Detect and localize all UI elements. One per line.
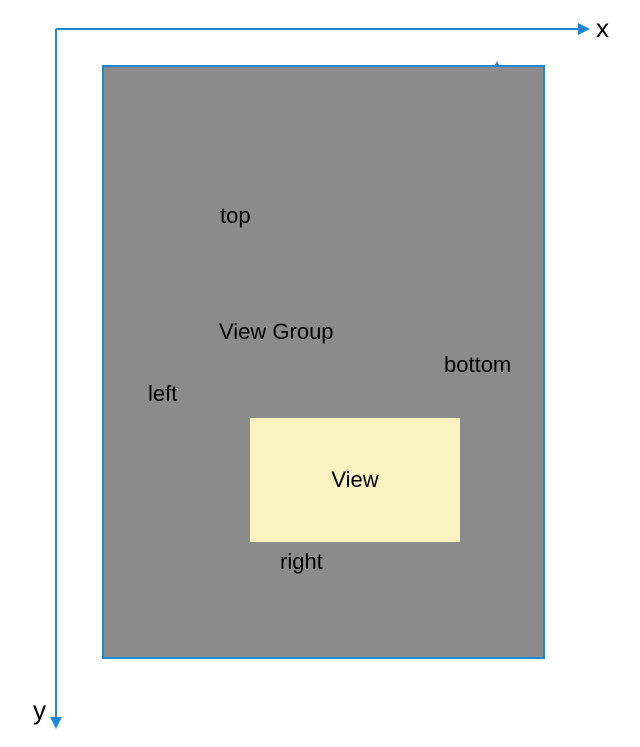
view-box: View bbox=[250, 418, 460, 542]
view-group-label: View Group bbox=[219, 319, 334, 345]
top-label: top bbox=[220, 203, 251, 229]
left-label: left bbox=[148, 381, 177, 407]
right-label: right bbox=[280, 549, 323, 575]
view-label: View bbox=[331, 467, 378, 493]
x-axis-label: x bbox=[596, 13, 609, 44]
bottom-label: bottom bbox=[444, 352, 511, 378]
y-axis-label: y bbox=[33, 695, 46, 726]
y-axis-arrow bbox=[50, 717, 62, 729]
x-axis-arrow bbox=[578, 23, 590, 35]
